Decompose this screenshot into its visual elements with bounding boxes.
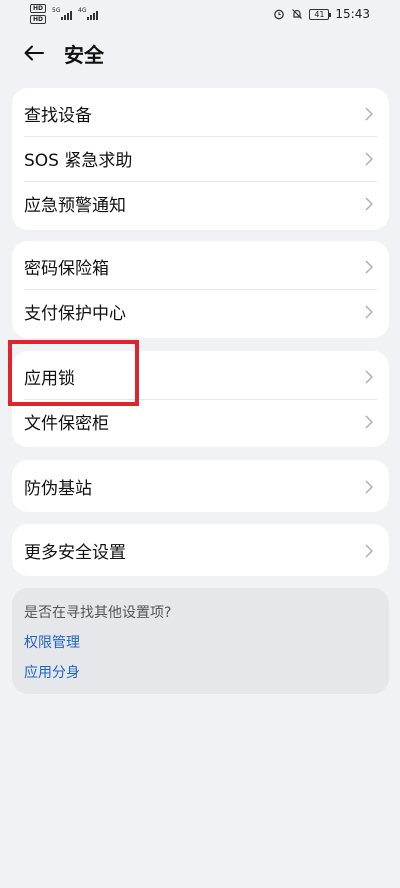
menu-item-label: 应用锁 [24, 369, 75, 389]
menu-item-label: SOS 紧急求助 [24, 151, 133, 171]
link-app-twin[interactable]: 应用分身 [24, 662, 377, 682]
mute-bell-icon [292, 9, 303, 19]
battery-icon: 41 [309, 8, 332, 20]
menu-item-app-lock[interactable]: 应用锁 [12, 354, 389, 399]
hd-badge-bottom: HD [30, 15, 46, 24]
chevron-right-icon [365, 414, 375, 429]
chevron-right-icon [365, 106, 375, 121]
menu-item-more-security-settings[interactable]: 更多安全设置 [12, 528, 389, 573]
menu-item-label: 更多安全设置 [24, 543, 126, 563]
suggestion-question: 是否在寻找其他设置项? [24, 605, 172, 621]
signal-icon-1: 5G [52, 7, 72, 20]
chevron-right-icon [365, 543, 375, 558]
menu-item-label: 防伪基站 [24, 479, 92, 499]
menu-item-sos[interactable]: SOS 紧急求助 [12, 136, 389, 181]
menu-item-payment-protection[interactable]: 支付保护中心 [12, 289, 389, 334]
status-left: HD HD 5G 4G [30, 4, 98, 24]
alarm-icon [274, 9, 285, 20]
link-permission-management[interactable]: 权限管理 [24, 632, 377, 652]
status-bar: HD HD 5G 4G 41 15:43 [0, 0, 400, 28]
menu-item-find-device[interactable]: 查找设备 [12, 91, 389, 136]
chevron-right-icon [365, 151, 375, 166]
menu-item-password-vault[interactable]: 密码保险箱 [12, 244, 389, 289]
page-title: 安全 [64, 42, 104, 67]
chevron-right-icon [365, 196, 375, 211]
menu-item-fake-base-station[interactable]: 防伪基站 [12, 464, 389, 509]
settings-group-1: 查找设备 SOS 紧急求助 应急预警通知 [12, 88, 389, 230]
menu-item-label: 密码保险箱 [24, 259, 109, 279]
hd-badge-top: HD [30, 4, 46, 13]
menu-item-label: 文件保密柜 [24, 414, 109, 434]
chevron-right-icon [365, 369, 375, 384]
back-arrow-icon[interactable] [22, 41, 46, 65]
menu-item-file-safe[interactable]: 文件保密柜 [12, 399, 389, 444]
menu-item-emergency-alerts[interactable]: 应急预警通知 [12, 181, 389, 226]
menu-item-label: 查找设备 [24, 106, 92, 126]
clock: 15:43 [335, 7, 370, 21]
menu-item-label: 支付保护中心 [24, 304, 126, 324]
settings-group-2: 密码保险箱 支付保护中心 [12, 241, 389, 338]
settings-group-5: 更多安全设置 [12, 524, 389, 576]
hd-indicators: HD HD [30, 4, 46, 24]
suggestion-card: 是否在寻找其他设置项? 权限管理 应用分身 [12, 588, 389, 694]
signal-icon-2: 4G [78, 7, 98, 20]
chevron-right-icon [365, 304, 375, 319]
chevron-right-icon [365, 259, 375, 274]
status-right: 41 15:43 [273, 7, 370, 21]
menu-item-label: 应急预警通知 [24, 196, 126, 216]
settings-group-3: 应用锁 文件保密柜 [12, 351, 389, 447]
chevron-right-icon [365, 479, 375, 494]
settings-group-4: 防伪基站 [12, 460, 389, 512]
page-header: 安全 [0, 30, 400, 76]
